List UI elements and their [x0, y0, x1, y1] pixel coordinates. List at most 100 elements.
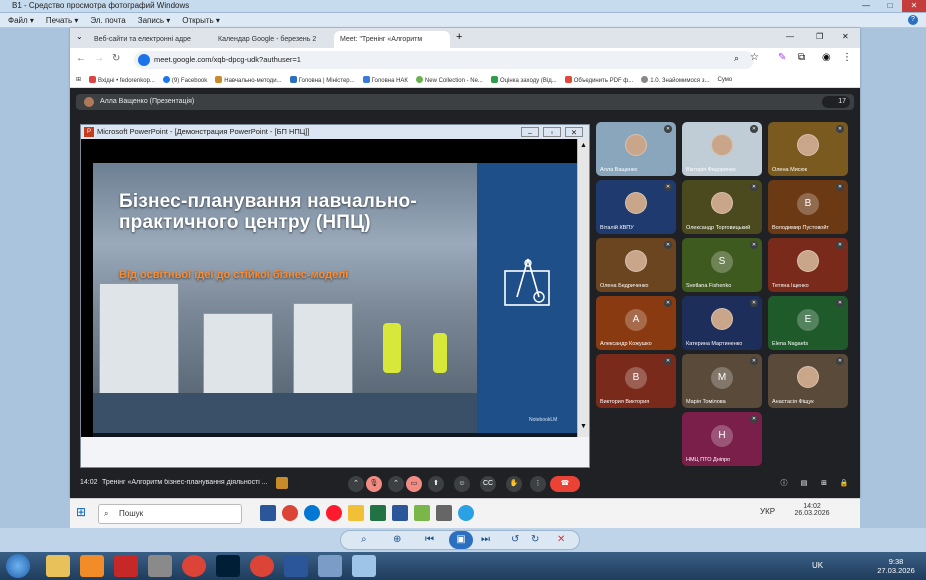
inner-clock[interactable]: 14:02 26.03.2026	[792, 503, 832, 517]
win-minimize-icon[interactable]: —	[786, 32, 794, 41]
minimize-button[interactable]: —	[854, 0, 878, 12]
info-icon[interactable]: ⓘ	[776, 476, 792, 492]
tab-meet[interactable]: Meet: "Тренінг «Алгоритм	[334, 31, 450, 48]
start-orb-icon[interactable]	[6, 554, 30, 578]
ppt-close-icon[interactable]: ✕	[565, 127, 583, 137]
previous-icon[interactable]: ⏮	[425, 534, 434, 545]
bookmark-item[interactable]: Навчально-методи...	[215, 75, 282, 84]
pen-icon[interactable]: ✎	[778, 52, 786, 63]
participant-tile[interactable]: ✕ Олександр Торговицький	[682, 180, 762, 234]
camera-off-button[interactable]: ▭	[406, 476, 422, 492]
excel-taskbar-icon[interactable]	[370, 505, 386, 521]
bookmark-item[interactable]: Головна НАК	[362, 75, 408, 84]
star-icon[interactable]: ☆	[750, 52, 759, 63]
chrome-icon[interactable]	[182, 555, 206, 577]
edge-taskbar-icon[interactable]	[304, 505, 320, 521]
menu-file[interactable]: Файл ▾	[8, 16, 34, 25]
photo-viewer-icon[interactable]	[352, 555, 376, 577]
tab-calendar[interactable]: Календар Google - березень 2	[212, 31, 330, 48]
delete-icon[interactable]: ✕	[557, 534, 565, 545]
chrome-menu-icon[interactable]: ⋮	[842, 52, 852, 63]
zoom-icon[interactable]: ⌕	[734, 53, 739, 64]
fit-icon[interactable]: ⊕	[393, 534, 401, 545]
media-icon[interactable]	[80, 555, 104, 577]
participant-tile[interactable]: ✕ Вікторія Федоренко	[682, 122, 762, 176]
explorer-icon[interactable]	[46, 555, 70, 577]
next-icon[interactable]: ⏭	[481, 534, 490, 545]
participant-tile[interactable]: ✕ Олена Бедриченко	[596, 238, 676, 292]
zoom-icon[interactable]: ⌕	[361, 534, 367, 545]
scroll-up-icon[interactable]: ▲	[580, 142, 587, 149]
menu-print[interactable]: Печать ▾	[46, 16, 78, 25]
participant-tile[interactable]: А ✕ Александр Кожушко	[596, 296, 676, 350]
taskbar-search[interactable]: ⌕ Пошук	[98, 504, 242, 524]
slideshow-button[interactable]: ▣	[449, 531, 473, 549]
participant-tile[interactable]: S ✕ Svetlana Fishenko	[682, 238, 762, 292]
chrome-taskbar-icon[interactable]	[282, 505, 298, 521]
host-controls-icon[interactable]: 🔒	[836, 476, 852, 492]
maximize-button[interactable]: □	[878, 0, 902, 12]
tab-websites[interactable]: Веб-сайти та електронні адре	[88, 31, 208, 48]
close-button[interactable]: ✕	[902, 0, 926, 12]
participants-badge[interactable]: 17	[822, 96, 850, 108]
extensions-icon[interactable]: ⧉	[798, 52, 805, 63]
back-icon[interactable]: ←	[76, 53, 86, 64]
rotate-right-icon[interactable]: ↻	[531, 534, 539, 545]
menu-email[interactable]: Эл. почта	[90, 16, 125, 25]
profile-icon[interactable]: ◉	[822, 52, 831, 63]
participant-tile[interactable]: E ✕ Elena Nagaets	[768, 296, 848, 350]
inner-lang[interactable]: УКР	[760, 507, 775, 516]
tab-menu-icon[interactable]: ⌄	[76, 32, 83, 41]
windows-start-icon[interactable]: ⊞	[76, 505, 86, 519]
participant-tile[interactable]: ✕ Тетяна Іщенко	[768, 238, 848, 292]
pdf-icon[interactable]	[114, 555, 138, 577]
activities-icon[interactable]: ⊞	[816, 476, 832, 492]
help-icon[interactable]: ?	[908, 15, 918, 25]
telegram-taskbar-icon[interactable]	[458, 505, 474, 521]
present-button[interactable]: ⬆	[428, 476, 444, 492]
emoji-button[interactable]: ☺	[454, 476, 470, 492]
word-taskbar-icon[interactable]	[392, 505, 408, 521]
mic-options-icon[interactable]: ⌃	[348, 476, 364, 492]
app-icon[interactable]	[148, 555, 172, 577]
photoshop-icon[interactable]	[216, 555, 240, 577]
ppt-minimize-icon[interactable]: –	[521, 127, 539, 137]
site-info-icon[interactable]	[138, 54, 150, 66]
ppt-restore-icon[interactable]: ▫	[543, 127, 561, 137]
app-taskbar-icon[interactable]	[414, 505, 430, 521]
participant-tile[interactable]: ✕ Олена Мисюк	[768, 122, 848, 176]
win-restore-icon[interactable]: ❐	[816, 32, 823, 41]
scroll-down-icon[interactable]: ▼	[580, 423, 587, 430]
chat-icon[interactable]: ▤	[796, 476, 812, 492]
search-tool-icon[interactable]	[318, 555, 342, 577]
mic-off-button[interactable]: 🎙	[366, 476, 382, 492]
bookmark-item[interactable]: Вхідні • fedorenkop...	[89, 75, 155, 84]
participant-tile[interactable]: ✕ Катерина Мартиненко	[682, 296, 762, 350]
app-taskbar-icon[interactable]	[436, 505, 452, 521]
chrome-icon[interactable]	[250, 555, 274, 577]
captions-button[interactable]: CC	[480, 476, 496, 492]
participant-tile[interactable]: ✕ Анастасія Фіщук	[768, 354, 848, 408]
bookmark-item[interactable]: Объединить PDF ф...	[564, 75, 633, 84]
outer-lang[interactable]: UK	[812, 561, 823, 570]
meeting-lock-icon[interactable]	[276, 477, 288, 489]
outer-clock[interactable]: 9:38 27.03.2026	[872, 557, 920, 575]
ppt-scrollbar[interactable]: ▲ ▼	[577, 139, 589, 437]
bookmark-item[interactable]: Сумо	[717, 77, 732, 83]
explorer-taskbar-icon[interactable]	[348, 505, 364, 521]
word-icon[interactable]	[284, 555, 308, 577]
forward-icon[interactable]: →	[94, 53, 104, 64]
taskview-icon[interactable]	[260, 505, 276, 521]
opera-taskbar-icon[interactable]	[326, 505, 342, 521]
new-tab-button[interactable]: +	[456, 31, 462, 43]
bookmark-item[interactable]: New Collection - Ne...	[415, 75, 483, 84]
menu-open[interactable]: Открыть ▾	[182, 16, 220, 25]
bookmark-item[interactable]: 1.0. Знайомимося з...	[641, 75, 709, 84]
camera-options-icon[interactable]: ⌃	[388, 476, 404, 492]
bookmark-item[interactable]: Головна | Міністер...	[289, 75, 355, 84]
leave-call-button[interactable]: ☎	[550, 476, 580, 492]
apps-icon[interactable]: ⊞	[76, 76, 81, 83]
rotate-left-icon[interactable]: ↺	[511, 534, 519, 545]
bookmark-item[interactable]: (9) Facebook	[162, 75, 207, 84]
participant-tile[interactable]: В ✕ Виктория Виктория	[596, 354, 676, 408]
